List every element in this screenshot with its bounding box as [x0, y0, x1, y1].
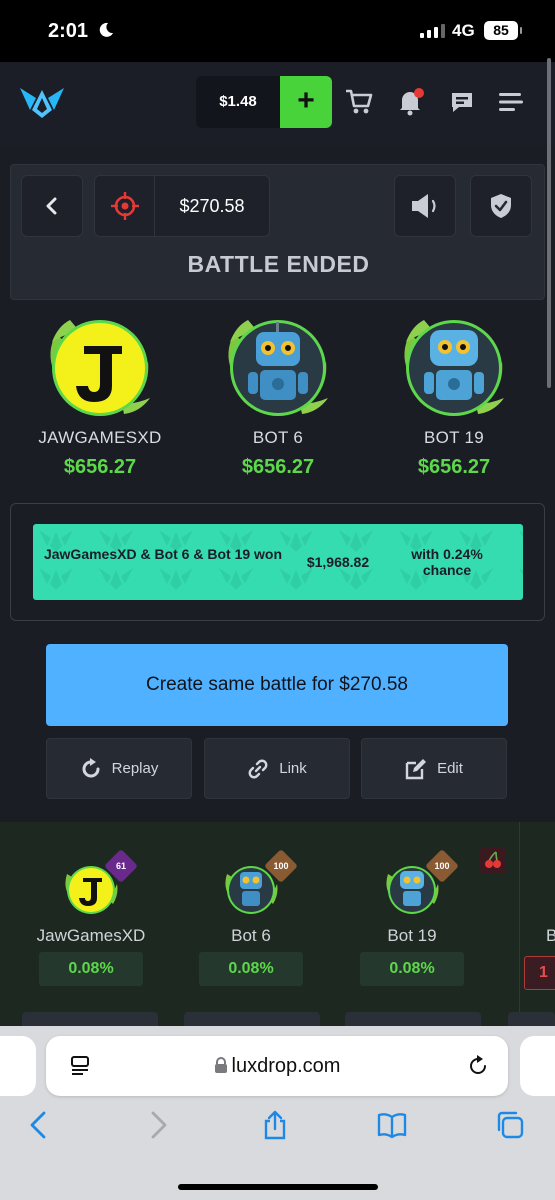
network-type: 4G [452, 21, 475, 40]
status-bar: 2:01 4G 85 [0, 0, 555, 62]
winners-text: JawGamesXD & Bot 6 & Bot 19 won [43, 546, 283, 562]
edit-label: Edit [437, 760, 463, 777]
avatar [394, 312, 514, 424]
moon-icon [99, 22, 113, 37]
participant-card[interactable]: 100 Bot 6 0.08% [186, 849, 316, 986]
player-card[interactable]: BOT 6 $656.27 [198, 312, 358, 479]
address-bar[interactable]: luxdrop.com [46, 1036, 508, 1096]
signal-icon [420, 24, 445, 38]
target-icon [95, 176, 155, 236]
link-label: Link [279, 760, 307, 777]
sound-button[interactable] [394, 175, 456, 237]
player-card[interactable]: JAWGAMESXD $656.27 [20, 312, 180, 479]
chat-icon[interactable] [448, 88, 476, 116]
balance-display[interactable]: $1.48 [196, 76, 280, 128]
back-icon[interactable] [24, 1110, 54, 1140]
participant-chance: 0.08% [360, 952, 464, 986]
participant-name: B [546, 926, 555, 945]
link-button[interactable]: Link [204, 738, 350, 799]
avatar [218, 312, 338, 424]
participant-card[interactable]: 61 JawGamesXD 0.08% [26, 849, 156, 986]
level-badge: 61 [104, 849, 138, 883]
participant-card[interactable]: 100 Bot 19 0.08% [347, 849, 477, 986]
bell-icon[interactable] [396, 88, 424, 116]
participant-chance: 1 [524, 956, 555, 990]
battle-price: $270.58 [94, 175, 270, 237]
back-button[interactable] [21, 175, 83, 237]
cherry-icon[interactable] [480, 847, 506, 873]
create-same-battle-button[interactable]: Create same battle for $270.58 [46, 644, 508, 726]
lock-icon [214, 1057, 227, 1073]
luxdrop-logo[interactable] [18, 84, 66, 120]
avatar: 61 [61, 849, 138, 920]
forward-icon[interactable] [143, 1110, 173, 1140]
reload-icon[interactable] [466, 1054, 490, 1078]
tabs-icon[interactable] [495, 1110, 525, 1140]
participant-name: JawGamesXD [36, 926, 146, 945]
player-amount: $656.27 [241, 456, 315, 478]
win-chance: with 0.24% chance [411, 546, 483, 578]
player-card[interactable]: BOT 19 $656.27 [374, 312, 534, 479]
avatar [40, 312, 160, 424]
page-scrollbar[interactable] [547, 58, 551, 388]
previous-tab[interactable] [0, 1036, 36, 1096]
deposit-button[interactable]: + [280, 76, 332, 128]
home-indicator [178, 1184, 378, 1190]
replay-icon [82, 757, 100, 777]
fairness-button[interactable] [470, 175, 532, 237]
battle-header: $270.58 BATTLE ENDED [10, 164, 545, 300]
edit-button[interactable]: Edit [361, 738, 507, 799]
result-banner: JawGamesXD & Bot 6 & Bot 19 won $1,968.8… [33, 524, 523, 600]
participant-chance: 0.08% [199, 952, 303, 986]
bookmarks-icon[interactable] [377, 1110, 407, 1140]
level-badge: 100 [425, 849, 459, 883]
participant-name: Bot 19 [387, 926, 437, 945]
app-header: $1.48 + [0, 62, 555, 146]
replay-button[interactable]: Replay [46, 738, 192, 799]
battery-icon: 85 [484, 21, 522, 40]
url-text[interactable]: luxdrop.com [46, 1036, 508, 1096]
shield-check-icon [491, 194, 511, 218]
edit-icon [405, 758, 427, 779]
player-name: JAWGAMESXD [38, 428, 162, 447]
speaker-icon [412, 194, 436, 218]
cart-icon[interactable] [345, 88, 373, 116]
status-time: 2:01 [48, 20, 89, 42]
player-amount: $656.27 [417, 456, 491, 478]
player-name: BOT 6 [252, 428, 304, 447]
chevron-left-icon [46, 197, 57, 215]
level-badge: 100 [264, 849, 298, 883]
player-amount: $656.27 [63, 456, 137, 478]
player-name: BOT 19 [423, 428, 485, 447]
next-tab[interactable] [520, 1036, 555, 1096]
participant-chance: 0.08% [39, 952, 143, 986]
replay-label: Replay [111, 760, 159, 777]
price-value: $270.58 [179, 196, 245, 216]
battle-status-title: BATTLE ENDED [187, 251, 370, 277]
link-icon [248, 759, 268, 778]
share-icon[interactable] [260, 1110, 290, 1140]
participant-name: Bot 6 [231, 926, 271, 945]
avatar: 100 [221, 849, 298, 920]
avatar: 100 [382, 849, 459, 920]
column-divider [519, 822, 520, 1032]
total-won: $1,968.82 [306, 554, 370, 570]
menu-icon[interactable] [497, 88, 525, 116]
result-panel: JawGamesXD & Bot 6 & Bot 19 won $1,968.8… [10, 503, 545, 621]
